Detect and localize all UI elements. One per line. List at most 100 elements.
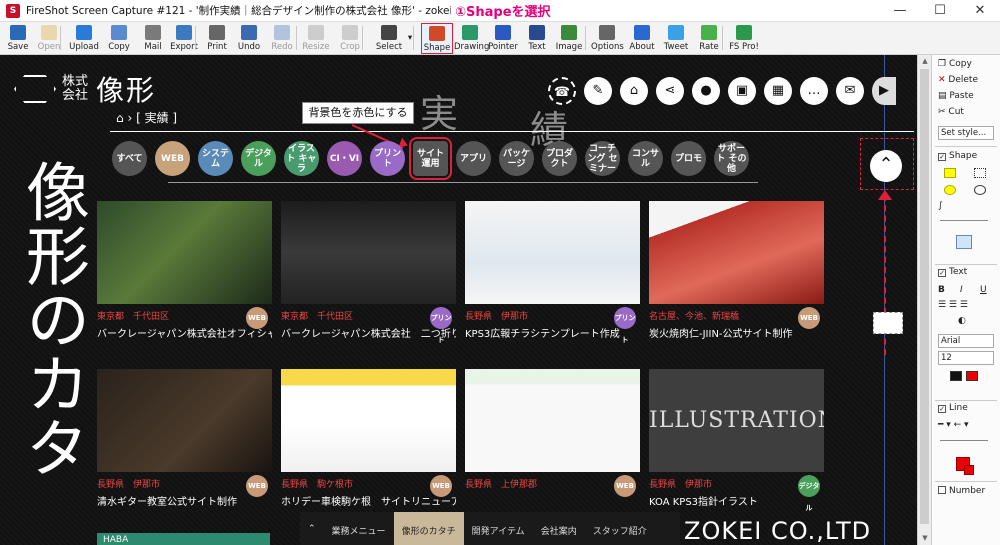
bottom-menu-item[interactable]: 会社案内 (533, 512, 585, 545)
options-button[interactable]: Options (591, 23, 624, 54)
font-name-field[interactable]: Arial (938, 334, 994, 348)
home-icon[interactable]: ⌂ (116, 111, 124, 125)
share-icon[interactable]: ⋖ (656, 77, 684, 105)
panel-paste[interactable]: ▤ Paste (938, 91, 974, 101)
bottom-menu-item[interactable]: 業務メニュー (324, 512, 394, 545)
calendar-icon[interactable]: ▦ (764, 77, 792, 105)
work-thumbnail[interactable] (97, 369, 272, 472)
ellipse-fill-icon[interactable] (944, 185, 956, 195)
work-title[interactable]: バークレージャパン株式会社 二つ折りス (281, 325, 456, 340)
scroll-top-button[interactable]: ⌃ (870, 150, 902, 182)
about-button[interactable]: About (626, 23, 658, 54)
mail-button[interactable]: Mail (137, 23, 169, 54)
drawn-shape-box[interactable] (873, 312, 903, 334)
work-card[interactable]: 長野県 伊那市 清水ギター教室公式サイト制作 WEB (97, 369, 272, 508)
work-thumbnail[interactable] (465, 369, 640, 472)
select-button[interactable]: Select (370, 23, 408, 54)
bottom-menu-item[interactable]: 像形のカタチ (393, 512, 464, 545)
print-button[interactable]: Print (201, 23, 233, 54)
text-toggle[interactable]: ✓ Text (938, 267, 967, 277)
home-icon[interactable]: ⌂ (620, 77, 648, 105)
text-color-picker-icon[interactable]: ◐ (958, 316, 966, 326)
panel-cut[interactable]: ✂ Cut (938, 107, 964, 117)
italic-button[interactable]: I (960, 285, 963, 295)
drawing-button[interactable]: Drawing (454, 23, 489, 54)
set-style-dropdown[interactable]: Set style... (938, 126, 994, 140)
select-dropdown-arrow-icon[interactable]: ▾ (405, 23, 415, 54)
undo-button[interactable]: Undo (233, 23, 265, 54)
work-card[interactable]: 長野県 伊那市 KPS3広報チラシテンプレート作成 プリント (465, 201, 640, 344)
align-icons[interactable]: ☰ ☰ ☰ (938, 300, 968, 310)
number-toggle[interactable]: Number (938, 486, 985, 496)
work-card[interactable]: 名古屋、今池、新瑞橋 炭火焼肉仁-JIIN-公式サイト制作 WEB (649, 201, 824, 340)
bottom-menu-item[interactable]: 開発アイテム (464, 512, 533, 545)
work-thumbnail[interactable] (97, 201, 272, 304)
rect-outline-icon[interactable] (974, 168, 986, 178)
work-title[interactable]: KPS3広報チラシテンプレート作成 (465, 325, 640, 340)
panel-delete[interactable]: ✕ Delete (938, 75, 978, 85)
minimize-button[interactable]: — (880, 0, 920, 22)
line-toggle[interactable]: ✓ Line (938, 403, 968, 413)
work-title[interactable]: 炭火焼肉仁-JIIN-公式サイト制作 (649, 325, 824, 340)
category-4[interactable]: イラスト キャラ (284, 141, 319, 176)
rect-fill-icon[interactable] (944, 168, 956, 178)
work-title[interactable]: 清水ギター教室公式サイト制作 (97, 493, 272, 508)
maximize-button[interactable]: ☐ (920, 0, 960, 22)
scroll-thumb[interactable] (920, 69, 929, 524)
work-card[interactable]: 東京都 千代田区 バークレージャパン株式会社オフィシャル WEB (97, 201, 272, 340)
site-logo[interactable]: 株式会社 像形 (14, 69, 156, 109)
opacity-slider[interactable] (940, 220, 988, 221)
category-3[interactable]: デジタル (241, 141, 276, 176)
ellipse-outline-icon[interactable] (974, 185, 986, 195)
bottom-menu-item[interactable]: スタッフ紹介 (585, 512, 655, 545)
play-icon[interactable]: ▶ (872, 77, 896, 105)
scroll-up-arrow-icon[interactable]: ▲ (918, 55, 932, 67)
work-title[interactable]: バークレージャパン株式会社オフィシャル (97, 325, 272, 340)
chat-icon[interactable]: … (800, 77, 828, 105)
font-size-field[interactable]: 12 (938, 351, 994, 365)
scroll-down-arrow-icon[interactable]: ▼ (918, 532, 932, 544)
image-button[interactable]: Image (553, 23, 585, 54)
category-1[interactable]: WEB (155, 141, 190, 176)
pointer-button[interactable]: Pointer (487, 23, 519, 54)
category-9[interactable]: パッケージ (499, 141, 534, 176)
work-thumbnail[interactable] (649, 201, 824, 304)
location-icon[interactable]: ● (692, 77, 720, 105)
category-10[interactable]: プロダクト (542, 141, 577, 176)
line-style-icons[interactable]: ━ ▾ ← ▾ (938, 420, 969, 430)
haba-banner[interactable]: HABA (97, 533, 270, 545)
underline-button[interactable]: U (980, 285, 987, 295)
line-width-slider[interactable] (940, 440, 988, 441)
category-2[interactable]: システム (198, 141, 233, 176)
text-button[interactable]: Text (521, 23, 553, 54)
save-button[interactable]: Save (2, 23, 34, 54)
category-0[interactable]: すべて (112, 141, 147, 176)
work-thumbnail[interactable] (465, 201, 640, 304)
text-background-swatch[interactable] (966, 371, 978, 381)
category-8[interactable]: アプリ (456, 141, 491, 176)
category-13[interactable]: プロモ (671, 141, 706, 176)
captured-webpage[interactable]: 株式会社 像形 ☎ ✎ ⌂ ⋖ ● ▣ ▦… ✉ ▶ 実 績 ⌂ › [ 実績 ] 背景色を赤色… (0, 55, 917, 545)
work-card[interactable]: 長野県 駒ケ根市 ホリデー車検駒ケ根 サイトリニューアル WEB (281, 369, 456, 508)
tweet-button[interactable]: Tweet (660, 23, 692, 54)
work-card[interactable]: 長野県 上伊那郡 WEB (465, 369, 640, 497)
category-7[interactable]: サイト 運用 (409, 137, 452, 180)
annotation-textbox[interactable]: 背景色を赤色にする (302, 102, 414, 124)
copy-button[interactable]: Copy (103, 23, 135, 54)
pen-icon[interactable]: ✎ (584, 77, 612, 105)
redo-button[interactable]: Redo (266, 23, 298, 54)
work-card[interactable]: ILLUSTRATION 長野県 伊那市 KOA KPS3指針イラスト デジタル (649, 369, 824, 512)
vertical-scrollbar[interactable]: ▲ ▼ (917, 55, 931, 545)
work-card[interactable]: 東京都 千代田区 バークレージャパン株式会社 二つ折りス プリント (281, 201, 456, 344)
category-11[interactable]: コーチング セミナー (585, 141, 620, 176)
work-title[interactable]: KOA KPS3指針イラスト (649, 493, 824, 508)
text-color-swatch[interactable] (950, 371, 962, 381)
shape-button[interactable]: Shape (421, 23, 453, 54)
panel-copy[interactable]: ❐ Copy (938, 59, 972, 69)
line-color-swatch-2[interactable] (964, 465, 974, 475)
briefcase-icon[interactable]: ▣ (728, 77, 756, 105)
upload-button[interactable]: Upload (68, 23, 100, 54)
shape-fill-color-swatch[interactable] (956, 235, 972, 249)
close-button[interactable]: ✕ (960, 0, 1000, 22)
work-thumbnail[interactable]: ILLUSTRATION (649, 369, 824, 472)
